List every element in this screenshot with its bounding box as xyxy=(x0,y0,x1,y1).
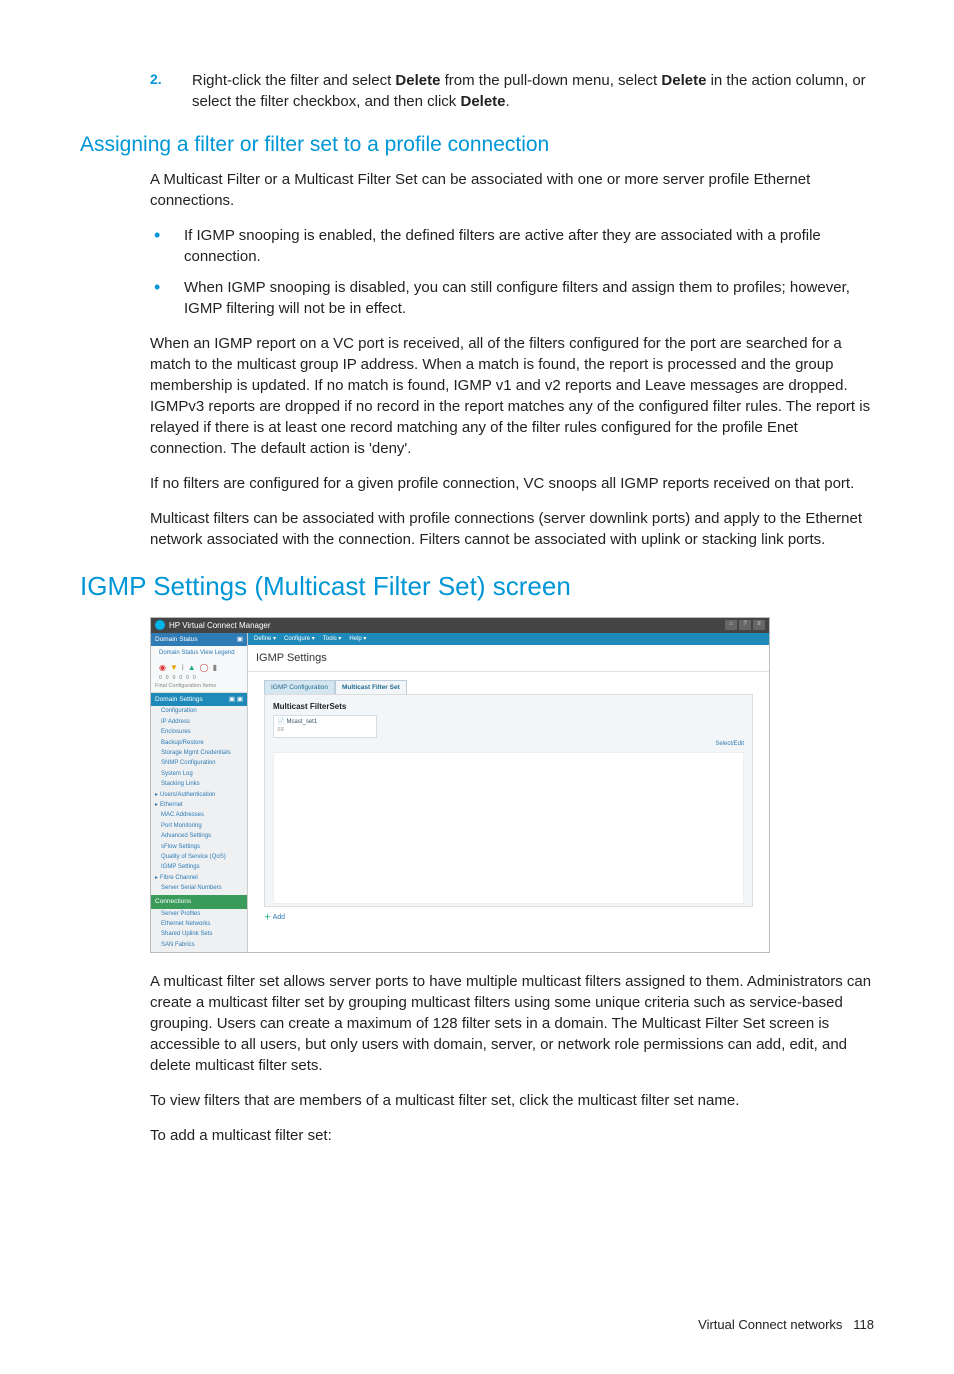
embedded-screenshot: HP Virtual Connect Manager ⌂ ? ≡ Domain … xyxy=(150,617,770,953)
sidebar-port-monitoring[interactable]: Port Monitoring xyxy=(151,821,247,831)
select-edit-link[interactable]: Select/Edit xyxy=(715,741,744,747)
after-ss-p1: A multicast filter set allows server por… xyxy=(150,971,874,1076)
assign-p4: Multicast filters can be associated with… xyxy=(150,508,874,550)
step-text: Right-click the filter and select Delete… xyxy=(192,70,874,112)
add-icon[interactable]: ＋ xyxy=(264,914,271,921)
filtersets-empty-area xyxy=(273,752,744,904)
heading-assign-filter: Assigning a filter or filter set to a pr… xyxy=(80,130,874,159)
tab-igmp-config[interactable]: IGMP Configuration xyxy=(264,680,335,694)
panel-title: Multicast FilterSets xyxy=(273,701,744,712)
add-row: ＋ Add xyxy=(264,913,753,923)
ss-main: Define ▾ Configure ▾ Tools ▾ Help ▾ IGMP… xyxy=(248,633,769,952)
sidebar-group-users[interactable]: Users/Authentication xyxy=(151,790,247,800)
sidebar-backup-restore[interactable]: Backup/Restore xyxy=(151,738,247,748)
menu-help[interactable]: Help ▾ xyxy=(349,635,366,643)
ss-titlebar: HP Virtual Connect Manager ⌂ ? ≡ xyxy=(151,618,769,633)
status-other-icon[interactable]: ◯ xyxy=(200,662,209,673)
ss-menubar: Define ▾ Configure ▾ Tools ▾ Help ▾ xyxy=(248,633,769,645)
hp-logo-icon xyxy=(155,620,165,630)
status-critical-icon[interactable]: ◉ xyxy=(159,662,166,673)
ss-sidebar: Domain Status▣ Domain Status View Legend… xyxy=(151,633,248,952)
sidebar-configuration[interactable]: Configuration xyxy=(151,706,247,716)
home-icon[interactable]: ⌂ xyxy=(725,620,737,630)
sidebar-ip-address[interactable]: IP Address xyxy=(151,717,247,727)
sidebar-snmp-config[interactable]: SNMP Configuration xyxy=(151,758,247,768)
status-ok-icon[interactable]: ▲ xyxy=(188,662,196,673)
sidebar-shared-uplink[interactable]: Shared Uplink Sets xyxy=(151,929,247,939)
sidebar-group-fc[interactable]: Fibre Channel xyxy=(151,873,247,883)
sidebar-ethernet-networks[interactable]: Ethernet Networks xyxy=(151,919,247,929)
sidebar-mac-addresses[interactable]: MAC Addresses xyxy=(151,810,247,820)
step-list: 2. Right-click the filter and select Del… xyxy=(80,70,874,112)
filterset-item[interactable]: 📄Mcast_set1 ≡≡ xyxy=(273,715,377,738)
config-items-label: Final Configuration Items xyxy=(155,683,243,691)
footer-page: 118 xyxy=(853,1317,874,1332)
domain-status-links[interactable]: Domain Status View Legend xyxy=(155,647,243,659)
sidebar-enclosures[interactable]: Enclosures xyxy=(151,727,247,737)
assign-p2: When an IGMP report on a VC port is rece… xyxy=(150,333,874,459)
domain-settings-header[interactable]: Domain Settings▣ ▣ xyxy=(151,693,247,706)
footer-section: Virtual Connect networks xyxy=(698,1317,842,1332)
domain-status-header[interactable]: Domain Status▣ xyxy=(151,633,247,646)
filtersets-panel: Multicast FilterSets 📄Mcast_set1 ≡≡ Sele… xyxy=(264,694,753,907)
assign-bullets: If IGMP snooping is enabled, the defined… xyxy=(80,225,874,319)
filterset-icon: 📄 xyxy=(277,719,284,725)
assign-p3: If no filters are configured for a given… xyxy=(150,473,874,494)
menu-tools[interactable]: Tools ▾ xyxy=(323,635,342,643)
bullet-2: When IGMP snooping is disabled, you can … xyxy=(150,277,874,319)
menu-define[interactable]: Define ▾ xyxy=(254,635,276,643)
add-link[interactable]: Add xyxy=(273,914,285,921)
sidebar-san-fabrics[interactable]: SAN Fabrics xyxy=(151,940,247,950)
status-info-icon[interactable]: i xyxy=(182,662,184,673)
sidebar-group-ethernet[interactable]: Ethernet xyxy=(151,800,247,810)
menu-configure[interactable]: Configure ▾ xyxy=(284,635,315,643)
sidebar-server-profiles[interactable]: Server Profiles xyxy=(151,909,247,919)
step-number: 2. xyxy=(150,70,164,112)
heading-igmp-screen: IGMP Settings (Multicast Filter Set) scr… xyxy=(80,568,874,604)
help-icon[interactable]: ? xyxy=(739,620,751,630)
after-ss-p3: To add a multicast filter set: xyxy=(150,1125,874,1146)
ss-tabs: IGMP Configuration Multicast Filter Set xyxy=(264,680,769,694)
sidebar-igmp-settings[interactable]: IGMP Settings xyxy=(151,862,247,872)
status-icons-row: ◉ ▼ i ▲ ◯ ▮ xyxy=(155,659,243,674)
ss-title-buttons: ⌂ ? ≡ xyxy=(725,620,765,630)
sidebar-system-log[interactable]: System Log xyxy=(151,769,247,779)
after-ss-p2: To view filters that are members of a mu… xyxy=(150,1090,874,1111)
sidebar-sflow-settings[interactable]: sFlow Settings xyxy=(151,842,247,852)
status-more-icon[interactable]: ▮ xyxy=(213,662,217,673)
menu-icon[interactable]: ≡ xyxy=(753,620,765,630)
ss-app-title: HP Virtual Connect Manager xyxy=(169,620,271,631)
step-2: 2. Right-click the filter and select Del… xyxy=(80,70,874,112)
page-footer: Virtual Connect networks 118 xyxy=(80,1316,874,1334)
tab-multicast-filter-set[interactable]: Multicast Filter Set xyxy=(335,680,407,694)
collapse-icon: ▣ xyxy=(237,635,243,644)
assign-intro: A Multicast Filter or a Multicast Filter… xyxy=(150,169,874,211)
connections-header[interactable]: Connections xyxy=(151,895,247,908)
sidebar-storage-creds[interactable]: Storage Mgmt Credentials xyxy=(151,748,247,758)
sidebar-server-serial[interactable]: Server Serial Numbers xyxy=(151,883,247,893)
ss-page-title: IGMP Settings xyxy=(248,645,769,671)
status-warning-icon[interactable]: ▼ xyxy=(170,662,178,673)
sidebar-stacking-links[interactable]: Stacking Links xyxy=(151,779,247,789)
bullet-1: If IGMP snooping is enabled, the defined… xyxy=(150,225,874,267)
sidebar-advanced-settings[interactable]: Advanced Settings xyxy=(151,831,247,841)
sidebar-qos[interactable]: Quality of Service (QoS) xyxy=(151,852,247,862)
